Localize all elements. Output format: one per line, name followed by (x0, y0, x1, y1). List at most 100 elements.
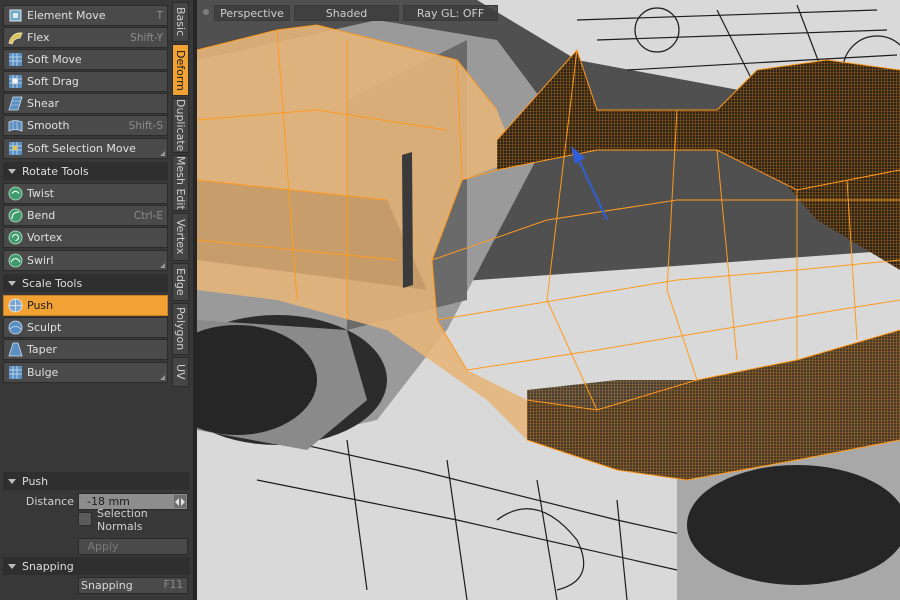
mesh-pillar (402, 152, 413, 288)
tab-label: Edge (174, 268, 187, 296)
shear-icon (7, 96, 23, 112)
tab-deform[interactable]: Deform (172, 44, 189, 96)
tool-properties-panel: Push Distance -18 mm Selection Normals A… (0, 470, 193, 600)
taper-icon (7, 342, 23, 358)
tab-label: Mesh Edit (174, 156, 187, 210)
tool-label: Vortex (27, 231, 63, 244)
tool-label: Element Move (27, 9, 106, 22)
soft-move-icon (7, 52, 23, 68)
push-button[interactable]: Push (3, 295, 168, 316)
collapse-triangle-icon (8, 168, 16, 174)
tool-label: Push (27, 299, 54, 312)
sculpt-icon (7, 320, 23, 336)
view-mode-button[interactable]: Perspective (214, 5, 290, 21)
bend-button[interactable]: Bend Ctrl-E (3, 205, 168, 226)
soft-selection-move-icon (7, 141, 23, 157)
tab-basic[interactable]: Basic (172, 2, 189, 42)
tool-label: Bend (27, 209, 56, 222)
tab-label: Polygon (174, 307, 187, 351)
shading-mode-button[interactable]: Shaded (294, 5, 399, 21)
left-panel: Element Move T Flex Shift-Y Soft Move So… (0, 0, 193, 600)
tool-label: Soft Move (27, 53, 82, 66)
section-title: Snapping (22, 559, 74, 573)
snapping-header[interactable]: Snapping (3, 557, 190, 575)
tool-panel: Element Move T Flex Shift-Y Soft Move So… (0, 0, 171, 466)
selection-normals-label: Selection Normals (97, 507, 148, 533)
bend-icon (7, 208, 23, 224)
viewport-menu-dot-icon[interactable] (203, 9, 209, 15)
tool-category-tabs: Basic Deform Duplicate Mesh Edit Vertex … (172, 2, 190, 390)
section-title: Scale Tools (22, 276, 83, 290)
soft-drag-icon (7, 74, 23, 90)
tool-label: Sculpt (27, 321, 62, 334)
collapse-triangle-icon (8, 280, 16, 286)
tool-label: Soft Drag (27, 75, 79, 88)
vortex-icon (7, 230, 23, 246)
tab-label: Basic (174, 7, 187, 37)
soft-selection-move-button[interactable]: Soft Selection Move (3, 138, 168, 159)
selection-normals-row: Selection Normals (0, 507, 193, 533)
raygl-toggle-button[interactable]: Ray GL: OFF (403, 5, 498, 21)
swirl-icon (7, 253, 23, 269)
snapping-shortcut: F11 (163, 579, 183, 591)
tool-label: Swirl (27, 254, 54, 267)
viewport-scene (197, 0, 900, 600)
snapping-label: Snapping (81, 579, 133, 592)
3d-viewport[interactable] (197, 0, 900, 600)
selection-normals-checkbox[interactable] (78, 512, 92, 526)
flex-icon (7, 30, 23, 46)
section-title: Push (22, 474, 49, 488)
collapse-triangle-icon (8, 563, 16, 569)
tool-shortcut: Shift-S (128, 119, 163, 132)
tab-label: Duplicate (174, 99, 187, 152)
collapse-triangle-icon (8, 478, 16, 484)
tool-label: Twist (27, 187, 54, 200)
rear-tire (687, 465, 900, 585)
tab-label: UV (174, 364, 187, 380)
sculpt-button[interactable]: Sculpt (3, 317, 168, 338)
viewport-header: Perspective Shaded Ray GL: OFF (197, 3, 900, 21)
push-properties-header[interactable]: Push (3, 472, 190, 490)
soft-drag-button[interactable]: Soft Drag (3, 71, 168, 92)
vortex-button[interactable]: Vortex (3, 227, 168, 248)
twist-button[interactable]: Twist (3, 183, 168, 204)
tool-label: Flex (27, 31, 50, 44)
tool-shortcut: T (156, 9, 163, 22)
apply-button[interactable]: Apply (78, 538, 188, 555)
bulge-button[interactable]: Bulge (3, 362, 168, 383)
scale-tools-header[interactable]: Scale Tools (3, 274, 168, 292)
smooth-button[interactable]: Smooth Shift-S (3, 115, 168, 136)
tool-shortcut: Ctrl-E (133, 209, 163, 222)
tab-label: Deform (174, 49, 187, 91)
snapping-button[interactable]: Snapping F11 (78, 577, 188, 594)
element-move-button[interactable]: Element Move T (3, 5, 168, 26)
swirl-button[interactable]: Swirl (3, 250, 168, 271)
tab-polygon[interactable]: Polygon (172, 303, 189, 355)
element-move-icon (7, 8, 23, 24)
rotate-tools-header[interactable]: Rotate Tools (3, 162, 168, 180)
tool-shortcut: Shift-Y (130, 31, 163, 44)
smooth-icon (7, 118, 23, 134)
tab-vertex[interactable]: Vertex (172, 213, 189, 261)
apply-label: Apply (87, 540, 119, 553)
tool-label: Smooth (27, 119, 70, 132)
tab-duplicate[interactable]: Duplicate (172, 98, 189, 153)
tool-label: Soft Selection Move (27, 142, 136, 155)
taper-button[interactable]: Taper (3, 339, 168, 360)
tab-uv[interactable]: UV (172, 357, 189, 387)
shading-mode-label: Shaded (325, 6, 368, 20)
bulge-icon (7, 365, 23, 381)
soft-move-button[interactable]: Soft Move (3, 49, 168, 70)
push-icon (7, 298, 23, 314)
tool-label: Shear (27, 97, 59, 110)
shear-button[interactable]: Shear (3, 93, 168, 114)
distance-label: Distance (25, 494, 74, 508)
view-mode-label: Perspective (220, 6, 284, 20)
tab-label: Vertex (174, 219, 187, 255)
tab-mesh-edit[interactable]: Mesh Edit (172, 155, 189, 211)
twist-icon (7, 186, 23, 202)
section-title: Rotate Tools (22, 164, 89, 178)
flex-button[interactable]: Flex Shift-Y (3, 27, 168, 48)
tab-edge[interactable]: Edge (172, 263, 189, 301)
raygl-label: Ray GL: OFF (416, 6, 485, 20)
